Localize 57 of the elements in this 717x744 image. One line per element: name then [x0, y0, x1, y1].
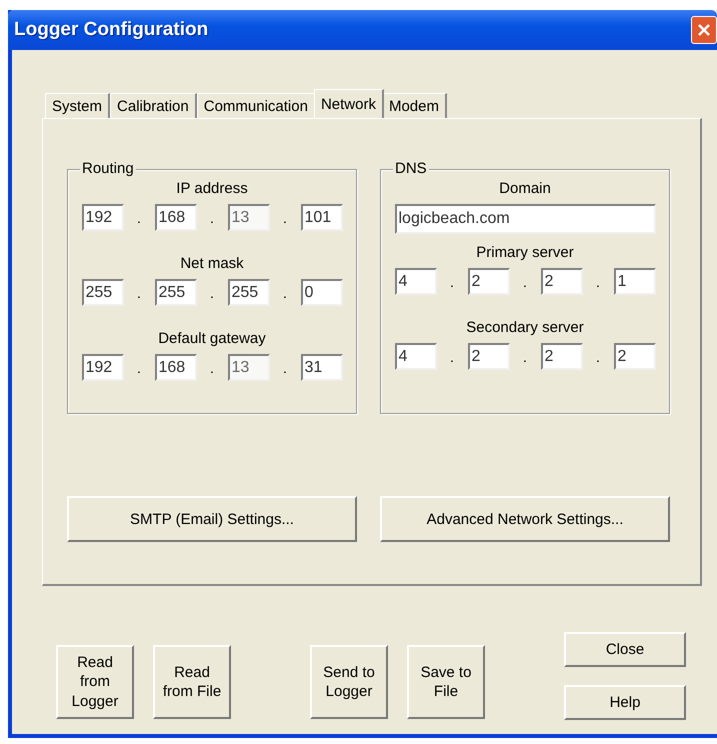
octet-field[interactable]: 1 [614, 268, 656, 295]
close-icon [696, 22, 712, 38]
dot-separator: . [449, 348, 455, 364]
octet-field[interactable]: 2 [540, 268, 582, 295]
octet-field[interactable]: 168 [154, 354, 196, 381]
octet-field[interactable]: 0 [300, 279, 342, 306]
dot-separator: . [449, 274, 455, 290]
tab[interactable]: Calibration [110, 93, 197, 118]
field-label: Secondary server [466, 319, 584, 338]
octet-field[interactable]: 101 [300, 204, 342, 231]
group-title: Routing [80, 160, 136, 177]
dot-separator: . [522, 274, 528, 290]
action-button[interactable]: Save to File [407, 645, 485, 719]
octet-field[interactable]: 168 [154, 204, 196, 231]
window-title: Logger Configuration [14, 19, 208, 41]
octet-field[interactable]: 255 [228, 279, 270, 306]
octet-field[interactable]: 2 [540, 343, 582, 370]
tab[interactable]: Network [314, 89, 384, 118]
dot-separator: . [136, 210, 142, 226]
octet-field[interactable]: 192 [82, 354, 124, 381]
field-label: Primary server [476, 244, 574, 263]
dot-separator: . [209, 210, 215, 226]
tab[interactable]: Modem [382, 93, 447, 118]
dot-separator: . [136, 284, 142, 300]
dot-separator: . [595, 274, 601, 290]
dialog-button[interactable]: Help [564, 685, 686, 720]
octet-field[interactable]: 192 [82, 204, 124, 231]
octet-field[interactable]: 4 [394, 268, 436, 295]
octet-field[interactable]: 2 [468, 268, 510, 295]
octet-field[interactable]: 255 [154, 279, 196, 306]
tab[interactable]: Communication [196, 93, 316, 118]
action-button[interactable]: Read from File [153, 645, 231, 719]
octet-field[interactable]: 4 [394, 343, 436, 370]
field-label: IP address [176, 180, 248, 199]
dialog-button[interactable]: Close [564, 632, 686, 667]
tab[interactable]: System [45, 93, 110, 118]
dot-separator: . [282, 210, 288, 226]
dot-separator: . [282, 360, 288, 376]
octet-field[interactable]: 255 [82, 279, 124, 306]
dot-separator: . [282, 284, 288, 300]
action-button[interactable]: Read from Logger [56, 645, 134, 719]
dot-separator: . [209, 360, 215, 376]
dot-separator: . [522, 348, 528, 364]
dot-separator: . [136, 360, 142, 376]
dot-separator: . [595, 348, 601, 364]
octet-field[interactable]: 2 [614, 343, 656, 370]
field-label: Default gateway [158, 330, 266, 349]
action-button[interactable]: Send to Logger [310, 645, 388, 719]
field-label: Net mask [180, 255, 244, 274]
settings-button[interactable]: SMTP (Email) Settings... [67, 496, 357, 542]
octet-field[interactable]: 31 [300, 354, 342, 381]
close-button[interactable] [691, 16, 717, 44]
field-label: Domain [499, 180, 551, 199]
settings-button[interactable]: Advanced Network Settings... [380, 496, 670, 542]
domain-field[interactable]: logicbeach.com [394, 204, 656, 234]
octet-field[interactable]: 2 [468, 343, 510, 370]
dot-separator: . [209, 284, 215, 300]
